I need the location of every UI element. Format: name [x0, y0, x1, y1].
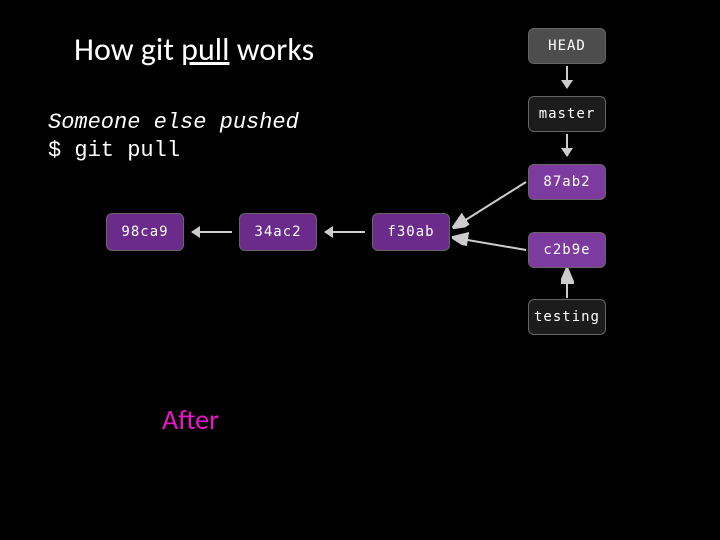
after-label: After [162, 402, 219, 437]
arrow-master-to-87ab2 [566, 134, 568, 156]
commit-98ca9: 98ca9 [106, 213, 184, 251]
arrow-c2b9e-to-f30ab [456, 238, 526, 250]
arrow-testing-to-c2b9e [560, 268, 574, 300]
description-line: Someone else pushed [48, 110, 299, 135]
ref-head: HEAD [528, 28, 606, 64]
title-underlined: pull [181, 30, 229, 69]
branch-master: master [528, 96, 606, 132]
connector-svg [450, 160, 530, 340]
commit-f30ab: f30ab [372, 213, 450, 251]
arrow-f30ab-to-34ac2 [325, 231, 365, 233]
arrow-head-to-master [566, 66, 568, 88]
slide: How git pull works Someone else pushed $… [0, 0, 720, 540]
branch-testing: testing [528, 299, 606, 335]
slide-title: How git pull works [74, 30, 314, 69]
commit-34ac2: 34ac2 [239, 213, 317, 251]
title-post: works [229, 30, 314, 69]
title-pre: How git [74, 30, 181, 69]
command-line: $ git pull [48, 138, 180, 163]
arrow-87ab2-to-f30ab [456, 182, 526, 226]
commit-c2b9e: c2b9e [528, 232, 606, 268]
commit-87ab2: 87ab2 [528, 164, 606, 200]
arrow-34ac2-to-98ca9 [192, 231, 232, 233]
